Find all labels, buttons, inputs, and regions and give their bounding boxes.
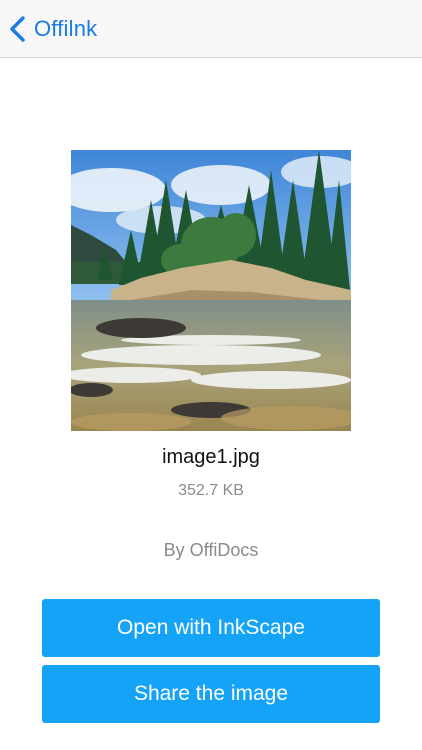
chevron-left-icon (8, 16, 28, 42)
file-size: 352.7 KB (178, 482, 244, 499)
author-label: By OffiDocs (163, 540, 259, 560)
back-label: Offilnk (34, 16, 98, 41)
app-screen: Offilnk image1.jpg 352.7 KB By OffiDocs … (0, 0, 422, 750)
navigation-bar: Offilnk (0, 0, 422, 58)
share-image-button[interactable]: Share the image (42, 665, 380, 723)
image-preview (71, 150, 351, 431)
back-button[interactable]: Offilnk (8, 10, 97, 48)
open-with-inkscape-button[interactable]: Open with InkScape (42, 599, 380, 657)
file-name: image1.jpg (162, 446, 260, 468)
